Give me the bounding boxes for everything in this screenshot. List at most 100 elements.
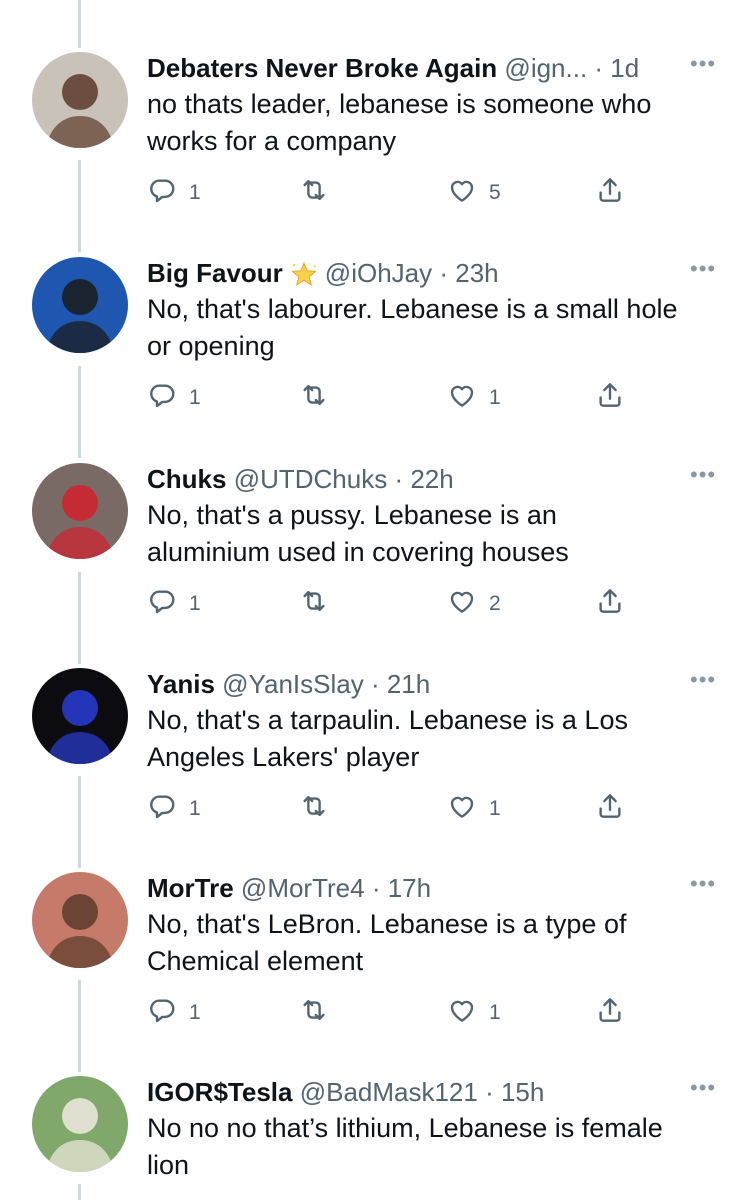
reply-icon: [147, 791, 177, 827]
share-icon: [595, 175, 625, 211]
reply-button[interactable]: 1: [147, 792, 201, 826]
tweet-actions: 11: [147, 792, 647, 826]
avatar[interactable]: [32, 872, 128, 968]
display-name[interactable]: Chuks: [147, 464, 226, 494]
avatar[interactable]: [32, 463, 128, 559]
retweet-button[interactable]: [299, 792, 341, 826]
retweet-icon: [299, 995, 329, 1031]
retweet-icon: [299, 586, 329, 622]
like-button[interactable]: 5: [447, 176, 501, 210]
username-handle[interactable]: @UTDChuks: [234, 464, 388, 494]
username-handle[interactable]: @YanIsSlay: [222, 669, 364, 699]
share-button[interactable]: [595, 996, 625, 1030]
more-options-icon[interactable]: •••: [690, 1076, 716, 1100]
tweet-text: No no no that’s lithium, Lebanese is fem…: [147, 1113, 663, 1180]
star-emoji-icon: [283, 258, 325, 288]
heart-icon: [447, 995, 477, 1031]
tweet-actions: 11: [147, 996, 647, 1030]
tweet-text: No, that's a tarpaulin. Lebanese is a Lo…: [147, 705, 628, 772]
reply-count: 1: [189, 181, 201, 204]
reply-button[interactable]: 1: [147, 996, 201, 1030]
heart-icon: [447, 380, 477, 416]
share-button[interactable]: [595, 587, 625, 621]
more-options-icon[interactable]: •••: [690, 52, 716, 76]
like-count: 2: [489, 592, 501, 615]
thread-line: [78, 0, 81, 48]
more-options-icon[interactable]: •••: [690, 463, 716, 487]
thread-line: [78, 980, 81, 1072]
tweet-text: No, that's labourer. Lebanese is a small…: [147, 294, 678, 361]
share-icon: [595, 380, 625, 416]
timestamp[interactable]: · 17h: [372, 873, 431, 903]
share-button[interactable]: [595, 381, 625, 415]
username-handle[interactable]: @BadMask121: [300, 1077, 478, 1107]
tweet-actions: 15: [147, 176, 647, 210]
reply-button[interactable]: 1: [147, 381, 201, 415]
thread-line: [78, 160, 81, 252]
more-options-icon[interactable]: •••: [690, 257, 716, 281]
retweet-button[interactable]: [299, 587, 341, 621]
timestamp[interactable]: · 22h: [394, 464, 453, 494]
username-handle[interactable]: @ign...: [504, 53, 587, 83]
retweet-button[interactable]: [299, 381, 341, 415]
tweet-header: Big Favour @iOhJay · 23h: [147, 257, 499, 290]
reply-icon: [147, 995, 177, 1031]
like-button[interactable]: 1: [447, 996, 501, 1030]
avatar[interactable]: [32, 257, 128, 353]
retweet-button[interactable]: [299, 996, 341, 1030]
reply-count: 1: [189, 797, 201, 820]
like-button[interactable]: 2: [447, 587, 501, 621]
avatar[interactable]: [32, 52, 128, 148]
reply-count: 1: [189, 592, 201, 615]
tweet-header: MorTre @MorTre4 · 17h: [147, 872, 431, 904]
reply-button[interactable]: 1: [147, 176, 201, 210]
like-count: 1: [489, 797, 501, 820]
more-options-icon[interactable]: •••: [690, 668, 716, 692]
more-options-icon[interactable]: •••: [690, 872, 716, 896]
share-icon: [595, 995, 625, 1031]
share-icon: [595, 791, 625, 827]
reply-count: 1: [189, 1001, 201, 1024]
retweet-icon: [299, 791, 329, 827]
timestamp[interactable]: · 15h: [485, 1077, 544, 1107]
retweet-icon: [299, 175, 329, 211]
thread-line: [78, 776, 81, 868]
tweet-header: Debaters Never Broke Again @ign... · 1d: [147, 52, 639, 84]
username-handle[interactable]: @iOhJay: [325, 258, 432, 288]
avatar[interactable]: [32, 668, 128, 764]
display-name[interactable]: Big Favour: [147, 258, 283, 288]
tweet-header: Chuks @UTDChuks · 22h: [147, 463, 454, 495]
display-name[interactable]: MorTre: [147, 873, 234, 903]
share-button[interactable]: [595, 176, 625, 210]
reply-icon: [147, 380, 177, 416]
heart-icon: [447, 791, 477, 827]
tweet-header: IGOR$Tesla @BadMask121 · 15h: [147, 1076, 544, 1108]
display-name[interactable]: IGOR$Tesla: [147, 1077, 292, 1107]
tweet-text: No, that's a pussy. Lebanese is an alumi…: [147, 500, 569, 567]
tweet-header: Yanis @YanIsSlay · 21h: [147, 668, 430, 700]
like-button[interactable]: 1: [447, 792, 501, 826]
like-count: 1: [489, 386, 501, 409]
tweet-text: no thats leader, lebanese is someone who…: [147, 89, 652, 156]
like-button[interactable]: 1: [447, 381, 501, 415]
share-button[interactable]: [595, 792, 625, 826]
like-count: 1: [489, 1001, 501, 1024]
timestamp[interactable]: · 21h: [371, 669, 430, 699]
display-name[interactable]: Yanis: [147, 669, 215, 699]
thread-line: [78, 366, 81, 458]
retweet-icon: [299, 380, 329, 416]
avatar[interactable]: [32, 1076, 128, 1172]
retweet-button[interactable]: [299, 176, 341, 210]
heart-icon: [447, 586, 477, 622]
display-name[interactable]: Debaters Never Broke Again: [147, 53, 497, 83]
heart-icon: [447, 175, 477, 211]
timestamp[interactable]: · 1d: [594, 53, 639, 83]
reply-icon: [147, 175, 177, 211]
timestamp[interactable]: · 23h: [439, 258, 498, 288]
reply-icon: [147, 586, 177, 622]
username-handle[interactable]: @MorTre4: [241, 873, 365, 903]
like-count: 5: [489, 181, 501, 204]
tweet-actions: 11: [147, 381, 647, 415]
reply-button[interactable]: 1: [147, 587, 201, 621]
thread-line: [78, 572, 81, 664]
